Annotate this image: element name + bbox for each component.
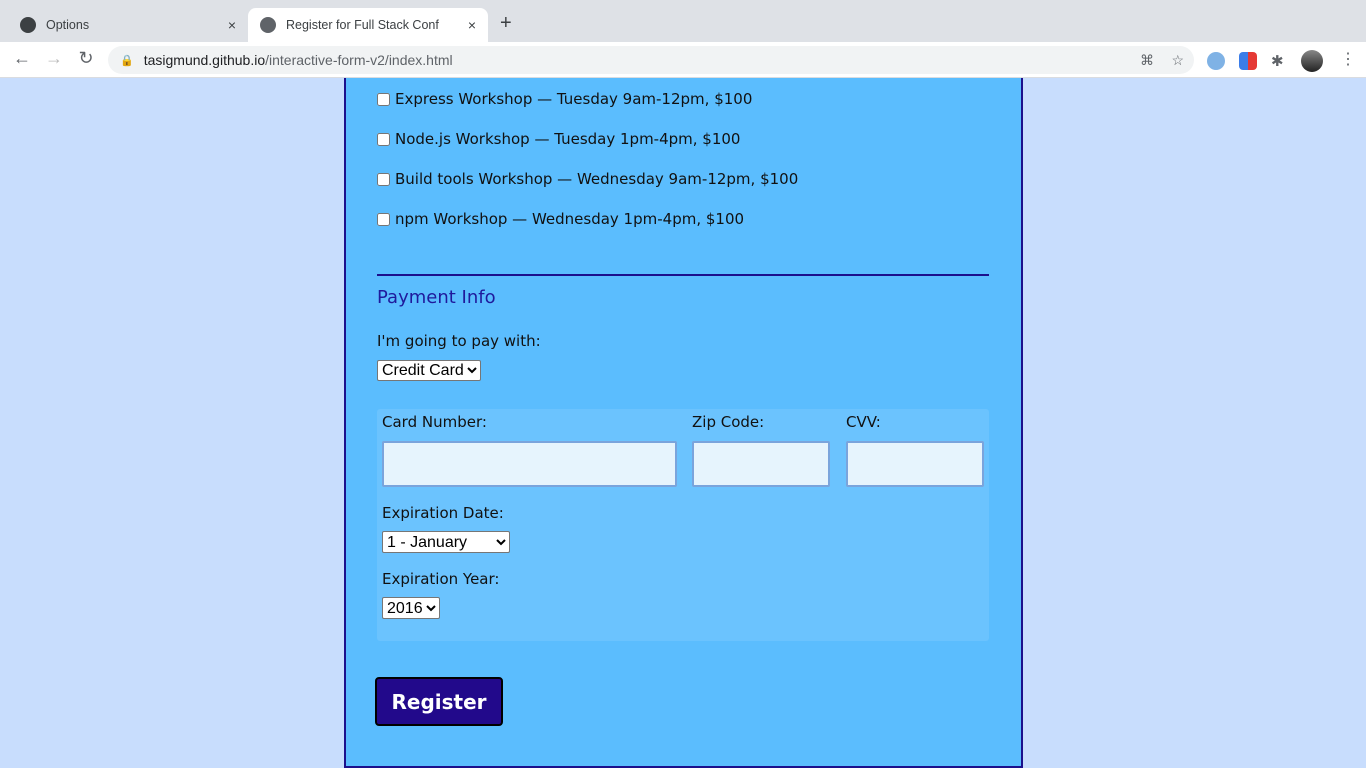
- zip-label: Zip Code:: [692, 413, 765, 431]
- cvv-input[interactable]: [846, 441, 984, 487]
- github-icon: [20, 17, 36, 33]
- activity-express[interactable]: Express Workshop — Tuesday 9am-12pm, $10…: [377, 90, 752, 108]
- exp-year-label: Expiration Year:: [382, 570, 500, 588]
- translate-icon[interactable]: ⌘: [1140, 52, 1154, 69]
- extension-icon[interactable]: [1207, 52, 1225, 70]
- exp-date-label: Expiration Date:: [382, 504, 504, 522]
- card-number-input[interactable]: [382, 441, 677, 487]
- menu-icon[interactable]: ⋮: [1340, 49, 1356, 69]
- activity-npm[interactable]: npm Workshop — Wednesday 1pm-4pm, $100: [377, 210, 744, 228]
- back-icon[interactable]: ←: [10, 48, 34, 69]
- star-icon[interactable]: ☆: [1171, 52, 1184, 69]
- lock-icon: 🔒: [120, 54, 134, 67]
- cvv-label: CVV:: [846, 413, 881, 431]
- divider: [377, 274, 989, 276]
- reload-icon[interactable]: ↻: [74, 48, 98, 69]
- checkbox[interactable]: [377, 212, 390, 226]
- close-tab-icon[interactable]: ×: [468, 17, 476, 33]
- close-tab-icon[interactable]: ×: [228, 17, 236, 33]
- zip-input[interactable]: [692, 441, 830, 487]
- activity-node[interactable]: Node.js Workshop — Tuesday 1pm-4pm, $100: [377, 130, 740, 148]
- globe-icon: [260, 17, 276, 33]
- avatar[interactable]: [1301, 50, 1323, 72]
- tab-register[interactable]: Register for Full Stack Conf ×: [248, 8, 488, 42]
- toolbar: ← → ↻ 🔒 tasigmund.github.io/interactive-…: [0, 42, 1366, 78]
- forward-icon[interactable]: →: [42, 48, 66, 69]
- google-extension-icon[interactable]: [1239, 52, 1257, 70]
- pay-label: I'm going to pay with:: [377, 332, 541, 350]
- exp-month-select[interactable]: 1 - January: [382, 531, 510, 553]
- checkbox[interactable]: [377, 172, 390, 186]
- tab-bar: Options × Register for Full Stack Conf × +: [0, 0, 1366, 42]
- tab-options[interactable]: Options ×: [8, 8, 248, 42]
- checkbox[interactable]: [377, 92, 390, 106]
- puzzle-icon[interactable]: ✱: [1271, 52, 1289, 70]
- payment-select[interactable]: Credit Card: [377, 360, 481, 381]
- card-number-label: Card Number:: [382, 413, 487, 431]
- register-button[interactable]: Register: [375, 677, 503, 726]
- payment-heading: Payment Info: [377, 287, 496, 308]
- activity-build-tools[interactable]: Build tools Workshop — Wednesday 9am-12p…: [377, 170, 798, 188]
- new-tab-button[interactable]: +: [500, 12, 512, 35]
- address-bar[interactable]: 🔒 tasigmund.github.io/interactive-form-v…: [108, 46, 1194, 74]
- exp-year-select[interactable]: 2016: [382, 597, 440, 619]
- checkbox[interactable]: [377, 132, 390, 146]
